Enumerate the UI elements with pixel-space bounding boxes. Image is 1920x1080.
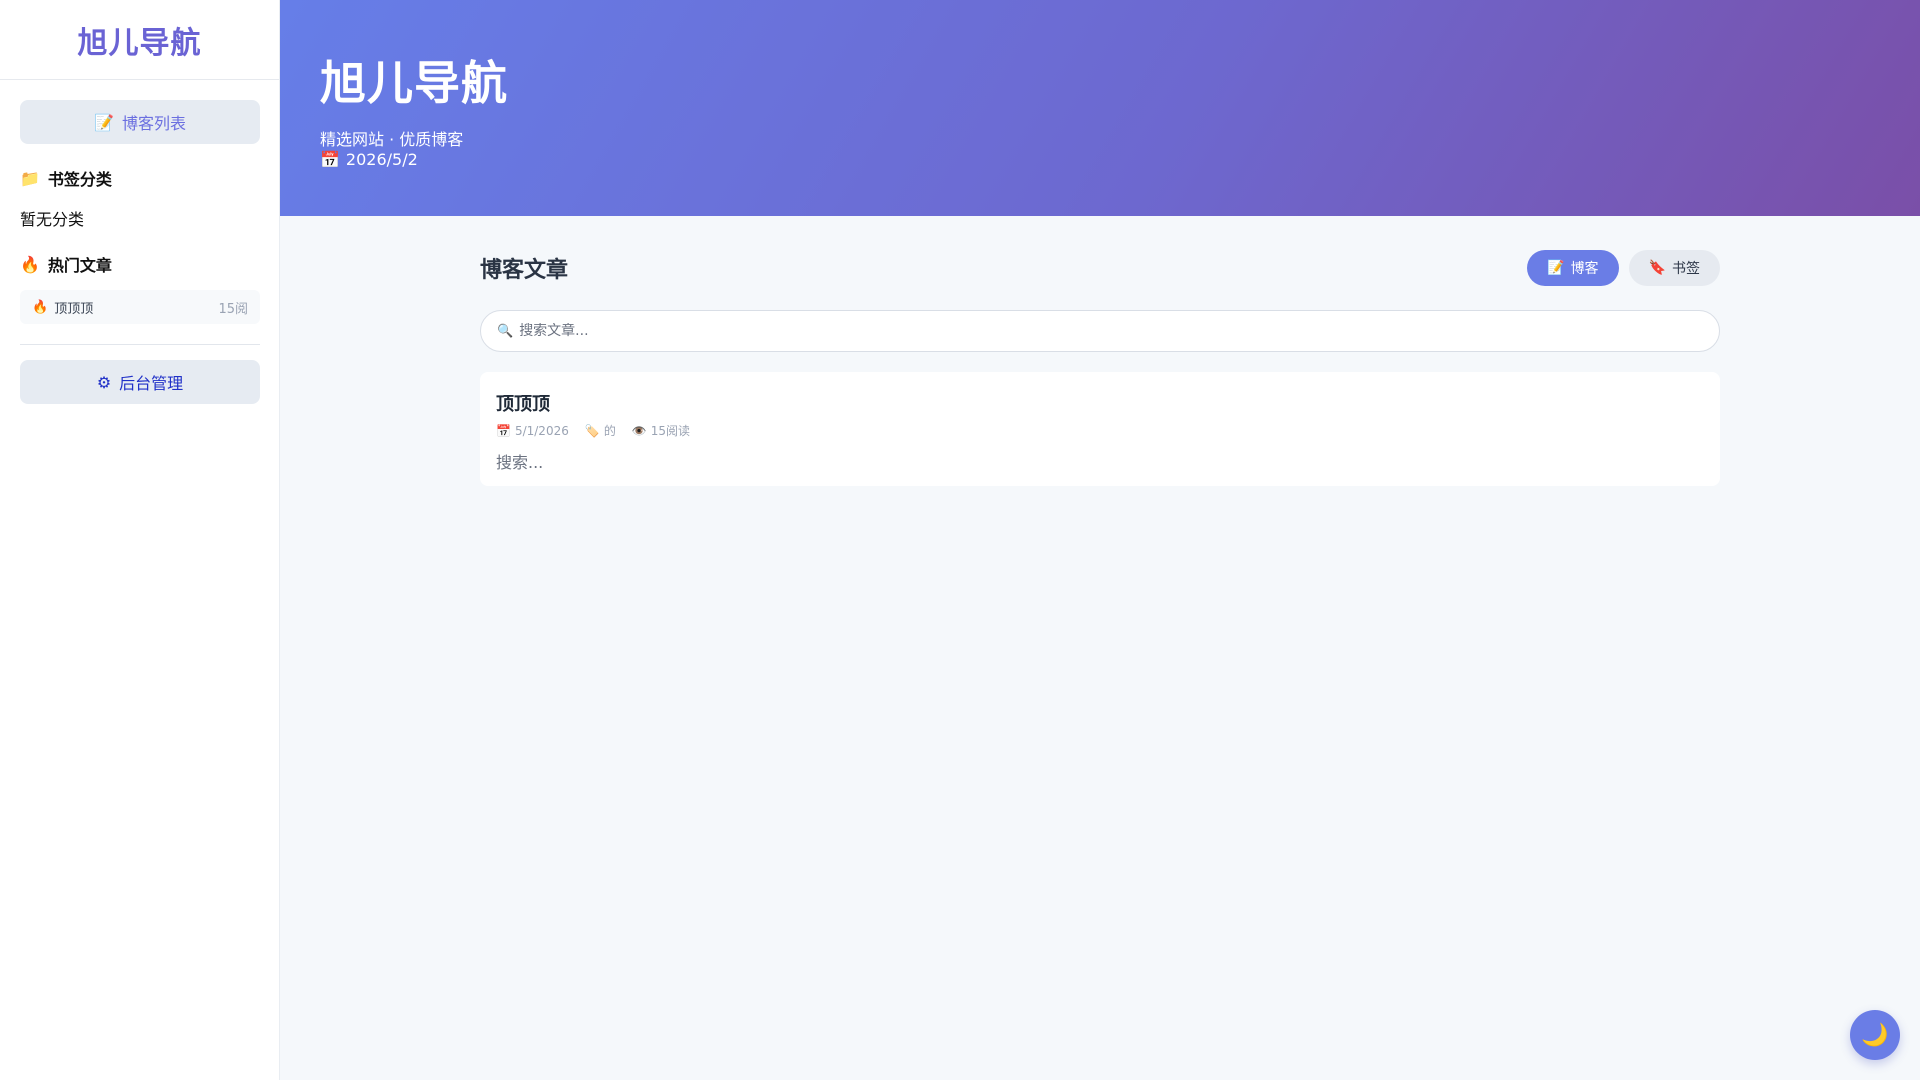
hero-date: 📅 2026/5/2 [320,150,1920,170]
article-date-text: 5/1/2026 [514,423,569,438]
article-title[interactable]: 顶顶顶 [496,390,1704,416]
search-input[interactable] [519,323,1703,339]
tab-blog[interactable]: 📝 博客 [1527,250,1619,286]
hot-article-title: 顶顶顶 [54,301,94,317]
main-header: 博客文章 📝 博客 🔖 书签 [480,250,1720,286]
article-excerpt: 搜索... [496,453,544,472]
tab-bookmarks[interactable]: 🔖 书签 [1628,250,1720,286]
no-categories-text: 暂无分类 [20,210,85,229]
article-views: 👁️ 15阅读 [632,422,690,439]
sidebar-brand[interactable]: 旭儿导航 [0,0,279,80]
article-card[interactable]: 顶顶顶 📅 5/1/2026 🏷️ 的 👁️ 15阅读 搜索... [480,372,1720,486]
article-views-text: 15阅读 [650,424,691,438]
blog-list-label: 博客列表 [121,114,186,133]
theme-toggle-button[interactable]: 🌙 [1850,1010,1900,1060]
sidebar-divider [20,344,260,345]
sidebar: 旭儿导航 📝 博客列表 📁 书签分类 暂无分类 🔥 热门文章 🔥 顶顶顶 15阅… [0,0,280,1080]
eye-icon: 👁️ [631,423,647,438]
bookmark-categories-title: 书签分类 [47,170,112,189]
bookmark-categories-heading: 📁 书签分类 [20,166,259,190]
bookmark-icon: 🔖 [1648,260,1666,276]
folder-icon: 📁 [20,168,40,188]
admin-button[interactable]: ⚙ 后台管理 [20,360,260,404]
article-tag: 🏷️ 的 [585,422,616,439]
article-tag-text: 的 [603,424,616,438]
calendar-icon: 📅 [320,150,340,169]
memo-icon: 📝 [1547,260,1565,276]
hot-articles-heading: 🔥 热门文章 [20,252,259,276]
tag-icon: 🏷️ [584,423,600,438]
memo-icon: 📝 [94,112,114,132]
hero-banner: 旭儿导航 精选网站 · 优质博客 📅 2026/5/2 [280,0,1920,216]
page-title: 博客文章 [480,258,569,283]
fire-icon: 🔥 [32,299,49,315]
calendar-icon: 📅 [496,423,511,438]
hot-articles-title: 热门文章 [47,256,112,275]
gear-icon: ⚙ [96,372,112,392]
fire-icon: 🔥 [20,254,40,274]
search-bar[interactable]: 🔍 [480,310,1720,352]
moon-icon: 🌙 [1861,1022,1889,1048]
article-meta: 📅 5/1/2026 🏷️ 的 👁️ 15阅读 [496,422,1704,439]
hero-date-text: 2026/5/2 [345,150,418,169]
main-content: 博客文章 📝 博客 🔖 书签 🔍 顶顶顶 📅 5/1/2026 🏷️ 的 [480,216,1720,486]
hero-title: 旭儿导航 [320,56,508,110]
tab-blog-label: 博客 [1570,261,1599,277]
article-date: 📅 5/1/2026 [496,424,569,438]
tab-bookmarks-label: 书签 [1672,261,1700,277]
hot-article-views: 15阅 [218,301,248,317]
search-icon: 🔍 [497,323,514,339]
hero-subtitle: 精选网站 · 优质博客 [320,130,464,149]
hot-article-item[interactable]: 🔥 顶顶顶 15阅 [20,290,260,324]
admin-label: 后台管理 [119,374,184,393]
blog-list-button[interactable]: 📝 博客列表 [20,100,260,144]
view-tabs: 📝 博客 🔖 书签 [1527,250,1720,286]
